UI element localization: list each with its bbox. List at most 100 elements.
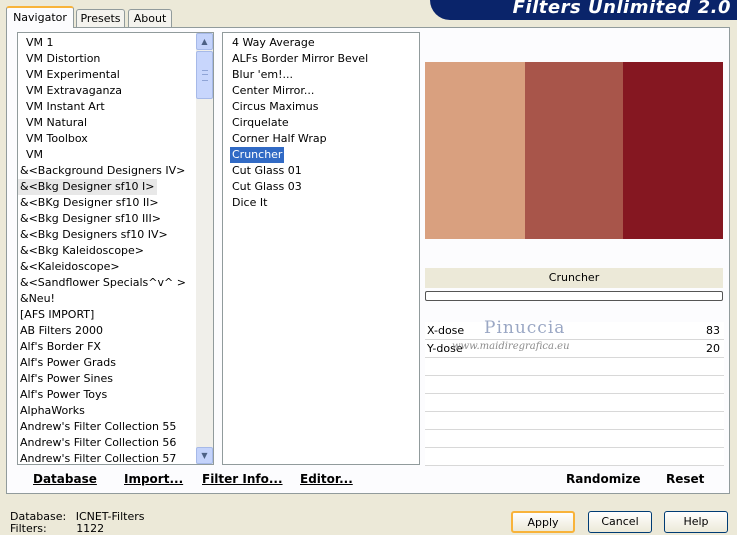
filter-item[interactable]: ALFs Border Mirror Bevel bbox=[223, 51, 419, 67]
category-label: &<Bkg Designers sf10 IV> bbox=[20, 228, 168, 241]
param-row-empty bbox=[425, 377, 724, 394]
category-label: &<Bkg Designer sf10 III> bbox=[20, 212, 162, 225]
param-row-x-dose[interactable]: X-dose 83 bbox=[425, 323, 724, 340]
preview-band-2 bbox=[525, 62, 623, 239]
param-name: X-dose bbox=[427, 324, 465, 337]
import-button[interactable]: Import... bbox=[124, 472, 183, 486]
tab-navigator[interactable]: Navigator bbox=[6, 6, 74, 28]
filter-label: Corner Half Wrap bbox=[232, 132, 327, 145]
filter-item[interactable]: Circus Maximus bbox=[223, 99, 419, 115]
category-item[interactable]: Andrew's Filter Collection 56 bbox=[18, 435, 213, 451]
param-value[interactable]: 83 bbox=[706, 323, 720, 339]
category-item[interactable]: VM bbox=[18, 147, 213, 163]
category-item[interactable]: &<Bkg Designer sf10 III> bbox=[18, 211, 213, 227]
category-label: VM Experimental bbox=[26, 68, 120, 81]
apply-button[interactable]: Apply bbox=[511, 511, 575, 533]
category-list[interactable]: VM 1 VM Distortion VM Experimental VM Extra… bbox=[17, 32, 214, 465]
category-label: VM Distortion bbox=[26, 52, 101, 65]
param-row-empty bbox=[425, 359, 724, 376]
category-item[interactable]: Alf's Power Sines bbox=[18, 371, 213, 387]
category-label: AlphaWorks bbox=[20, 404, 85, 417]
preview-band-1 bbox=[425, 62, 525, 239]
scroll-thumb[interactable] bbox=[196, 51, 213, 99]
filter-label: 4 Way Average bbox=[232, 36, 315, 49]
category-item[interactable]: VM Extravaganza bbox=[18, 83, 213, 99]
category-item[interactable]: VM Toolbox bbox=[18, 131, 213, 147]
param-row-empty bbox=[425, 413, 724, 430]
category-item[interactable]: VM Natural bbox=[18, 115, 213, 131]
category-item[interactable]: VM Instant Art bbox=[18, 99, 213, 115]
filter-item[interactable]: Dice It bbox=[223, 195, 419, 211]
scroll-down-icon[interactable]: ▼ bbox=[196, 447, 213, 464]
filter-item[interactable]: Corner Half Wrap bbox=[223, 131, 419, 147]
category-item[interactable]: AB Filters 2000 bbox=[18, 323, 213, 339]
tab-strip: Navigator Presets About bbox=[0, 0, 420, 28]
category-item[interactable]: VM Experimental bbox=[18, 67, 213, 83]
category-label: VM Extravaganza bbox=[26, 84, 123, 97]
category-label: Alf's Power Toys bbox=[20, 388, 108, 401]
category-item[interactable]: &<Background Designers IV> bbox=[18, 163, 213, 179]
category-label: Alf's Power Sines bbox=[20, 372, 113, 385]
category-item[interactable]: Andrew's Filter Collection 55 bbox=[18, 419, 213, 435]
cancel-button[interactable]: Cancel bbox=[588, 511, 652, 533]
category-item[interactable]: Alf's Power Toys bbox=[18, 387, 213, 403]
category-label: &<Background Designers IV> bbox=[20, 164, 186, 177]
category-item[interactable]: Alf's Power Grads bbox=[18, 355, 213, 371]
title-banner: Filters Unlimited 2.0 bbox=[430, 0, 737, 20]
preview-band-3 bbox=[623, 62, 723, 239]
filter-item[interactable]: Blur 'em!... bbox=[223, 67, 419, 83]
randomize-button[interactable]: Randomize bbox=[566, 472, 640, 486]
filter-item[interactable]: Cruncher bbox=[223, 147, 419, 163]
filter-item[interactable]: Cut Glass 01 bbox=[223, 163, 419, 179]
category-item[interactable]: Alf's Border FX bbox=[18, 339, 213, 355]
filters-label: Filters: bbox=[10, 522, 47, 535]
filter-item[interactable]: 4 Way Average bbox=[223, 35, 419, 51]
category-item[interactable]: &Neu! bbox=[18, 291, 213, 307]
category-item[interactable]: VM 1 bbox=[18, 35, 213, 51]
category-item[interactable]: &<Bkg Designers sf10 IV> bbox=[18, 227, 213, 243]
tab-about[interactable]: About bbox=[128, 9, 172, 27]
filter-label: ALFs Border Mirror Bevel bbox=[232, 52, 369, 65]
param-row-empty bbox=[425, 449, 724, 466]
filters-count: 1122 bbox=[76, 522, 105, 535]
help-button[interactable]: Help bbox=[664, 511, 728, 533]
category-label: Alf's Border FX bbox=[20, 340, 101, 353]
editor-button[interactable]: Editor... bbox=[300, 472, 353, 486]
category-item[interactable]: [AFS IMPORT] bbox=[18, 307, 213, 323]
filter-label: Blur 'em!... bbox=[232, 68, 293, 81]
category-item[interactable]: AlphaWorks bbox=[18, 403, 213, 419]
filter-list[interactable]: 4 Way Average ALFs Border Mirror Bevel Blu… bbox=[222, 32, 420, 465]
filter-label: Center Mirror... bbox=[232, 84, 315, 97]
filter-item[interactable]: Center Mirror... bbox=[223, 83, 419, 99]
category-scrollbar[interactable]: ▲ ▼ bbox=[196, 33, 213, 464]
filter-item[interactable]: Cirquelate bbox=[223, 115, 419, 131]
preview-image bbox=[425, 62, 723, 239]
category-item[interactable]: &<Bkg Designer sf10 I> bbox=[18, 179, 213, 195]
category-item[interactable]: &<Sandflower Specials^v^ > bbox=[18, 275, 213, 291]
category-item[interactable]: &<Bkg Kaleidoscope> bbox=[18, 243, 213, 259]
reset-button[interactable]: Reset bbox=[666, 472, 704, 486]
category-label: &<Kaleidoscope> bbox=[20, 260, 120, 273]
filter-label: Cut Glass 01 bbox=[232, 164, 302, 177]
scroll-up-icon[interactable]: ▲ bbox=[196, 33, 213, 50]
filter-info-button[interactable]: Filter Info... bbox=[202, 472, 283, 486]
database-button[interactable]: Database bbox=[33, 472, 97, 486]
category-item[interactable]: VM Distortion bbox=[18, 51, 213, 67]
category-label: VM bbox=[26, 148, 44, 161]
category-label: &Neu! bbox=[20, 292, 55, 305]
category-label: VM Instant Art bbox=[26, 100, 105, 113]
category-label: Andrew's Filter Collection 56 bbox=[20, 436, 177, 449]
category-label: Andrew's Filter Collection 55 bbox=[20, 420, 177, 433]
param-row-empty bbox=[425, 395, 724, 412]
param-row-empty bbox=[425, 431, 724, 448]
category-label: &<Sandflower Specials^v^ > bbox=[20, 276, 186, 289]
tab-presets[interactable]: Presets bbox=[76, 9, 125, 27]
watermark-url: www.maidiregrafica.eu bbox=[452, 341, 570, 352]
category-item[interactable]: &<BKg Designer sf10 II> bbox=[18, 195, 213, 211]
category-label: VM 1 bbox=[26, 36, 54, 49]
category-item[interactable]: Andrew's Filter Collection 57 bbox=[18, 451, 213, 464]
param-value[interactable]: 20 bbox=[706, 341, 720, 357]
category-label: [AFS IMPORT] bbox=[20, 308, 95, 321]
filter-item[interactable]: Cut Glass 03 bbox=[223, 179, 419, 195]
category-item[interactable]: &<Kaleidoscope> bbox=[18, 259, 213, 275]
